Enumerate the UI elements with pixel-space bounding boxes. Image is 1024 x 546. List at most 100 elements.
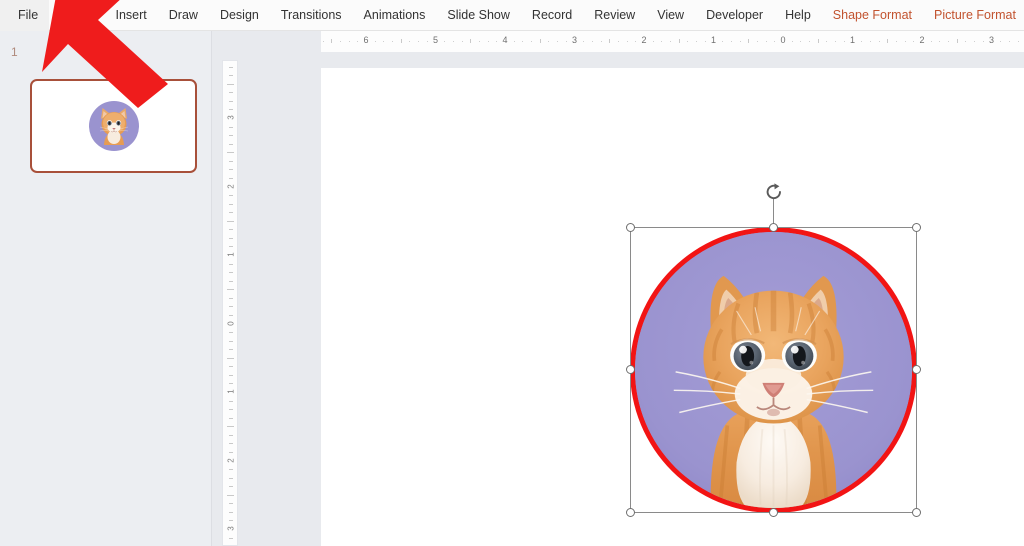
hruler-tick (661, 41, 663, 42)
vruler-tick (229, 263, 233, 265)
hruler-tick (956, 39, 958, 43)
vruler-tick (227, 426, 234, 428)
hruler-tick (774, 41, 776, 42)
hruler-tick (756, 41, 758, 42)
vertical-ruler[interactable]: 3 2 1 0 1 2 3 (222, 60, 238, 546)
hruler-tick (765, 41, 767, 42)
vruler-tick (229, 109, 233, 111)
resize-handle-top-left[interactable] (626, 223, 635, 232)
vruler-tick (227, 357, 234, 359)
vruler-tick (229, 340, 233, 342)
hruler-tick (461, 41, 463, 42)
hruler-label: 3 (988, 35, 995, 45)
resize-handle-middle-right[interactable] (912, 365, 921, 374)
ribbon-tab-picture-format[interactable]: Picture Format (923, 0, 1024, 31)
ribbon-tab-home[interactable]: Home (49, 0, 104, 31)
hruler-tick (635, 41, 637, 42)
hruler-tick (974, 41, 976, 42)
hruler-tick (948, 41, 950, 42)
vruler-tick (229, 280, 233, 282)
horizontal-ruler[interactable]: 6 5 4 3 2 1 0 1 2 3 (321, 31, 1024, 53)
ribbon-tab-slide-show[interactable]: Slide Show (436, 0, 521, 31)
vruler-tick (229, 451, 233, 453)
ribbon-tab-review[interactable]: Review (583, 0, 646, 31)
vruler-tick (227, 152, 234, 154)
hruler-tick (791, 41, 793, 42)
vruler-tick (229, 443, 233, 445)
hruler-tick (748, 39, 750, 43)
hruler-tick (487, 41, 489, 42)
rotate-handle-icon[interactable] (764, 182, 784, 202)
powerpoint-window: File Home Insert Draw Design Transitions Anima… (0, 0, 1024, 546)
hruler-label: 1 (849, 35, 856, 45)
resize-handle-bottom-right[interactable] (912, 508, 921, 517)
resize-handle-bottom-left[interactable] (626, 508, 635, 517)
hruler-tick (887, 39, 889, 43)
resize-handle-top-right[interactable] (912, 223, 921, 232)
hruler-tick (513, 41, 515, 42)
vruler-tick (229, 511, 233, 513)
slide-thumbnail-pane[interactable]: 1 (0, 31, 212, 546)
hruler-tick (687, 41, 689, 42)
ribbon-tab-file[interactable]: File (0, 0, 50, 31)
hruler-tick (452, 41, 454, 42)
thumbnail-kitten-svg (88, 101, 139, 151)
hruler-tick (1017, 41, 1019, 42)
hruler-tick (591, 41, 593, 42)
thumbnail-kitten-image (88, 101, 139, 151)
vruler-tick (229, 100, 233, 102)
hruler-tick (617, 41, 619, 42)
hruler-tick (939, 41, 941, 42)
hruler-tick (817, 39, 819, 43)
hruler-tick (418, 41, 420, 42)
vruler-tick (229, 143, 233, 145)
vruler-label: 3 (226, 526, 236, 531)
ribbon-tab-draw[interactable]: Draw (158, 0, 209, 31)
ribbon-tab-shape-format[interactable]: Shape Format (822, 0, 923, 31)
vruler-tick (229, 177, 233, 179)
hruler-tick (348, 41, 350, 42)
hruler-label: 5 (432, 35, 439, 45)
hruler-tick (895, 41, 897, 42)
vruler-tick (229, 486, 233, 488)
resize-handle-middle-left[interactable] (626, 365, 635, 374)
ribbon-tab-insert[interactable]: Insert (105, 0, 158, 31)
hruler-tick (374, 41, 376, 42)
hruler-tick (522, 41, 524, 42)
hruler-tick (704, 41, 706, 42)
ribbon-tab-view[interactable]: View (646, 0, 695, 31)
hruler-label: 0 (780, 35, 786, 45)
ribbon-tab-record[interactable]: Record (521, 0, 583, 31)
hruler-tick (696, 41, 698, 42)
hruler-tick (392, 41, 394, 42)
hruler-label: 3 (571, 35, 578, 45)
vruler-tick (229, 503, 233, 505)
ribbon-tab-bar: File Home Insert Draw Design Transitions Anima… (0, 0, 1024, 31)
hruler-tick (557, 41, 559, 42)
vruler-tick (229, 229, 233, 231)
hruler-label: 2 (919, 35, 925, 45)
ribbon-tab-help[interactable]: Help (774, 0, 822, 31)
hruler-tick (843, 41, 845, 42)
vruler-tick (229, 306, 233, 308)
vruler-label: 0 (226, 320, 236, 326)
ribbon-tab-design[interactable]: Design (209, 0, 270, 31)
vruler-tick (229, 314, 233, 316)
hruler-tick (322, 41, 324, 42)
hruler-tick (809, 41, 811, 42)
ribbon-tab-transitions[interactable]: Transitions (270, 0, 353, 31)
ribbon-tab-animations[interactable]: Animations (353, 0, 437, 31)
picture-selection-frame[interactable] (626, 183, 921, 517)
ribbon-tab-developer[interactable]: Developer (695, 0, 774, 31)
vruler-tick (229, 66, 233, 68)
slide-thumbnail-1[interactable] (30, 79, 197, 173)
vruler-tick (229, 126, 233, 128)
vruler-tick (229, 520, 233, 522)
vruler-label: 3 (226, 115, 236, 120)
resize-handle-top-center[interactable] (768, 223, 778, 232)
vruler-tick (227, 494, 234, 496)
hruler-label: 1 (710, 35, 717, 45)
vruler-label: 1 (226, 252, 236, 257)
resize-handle-bottom-center[interactable] (768, 508, 778, 517)
hruler-tick (670, 41, 672, 42)
